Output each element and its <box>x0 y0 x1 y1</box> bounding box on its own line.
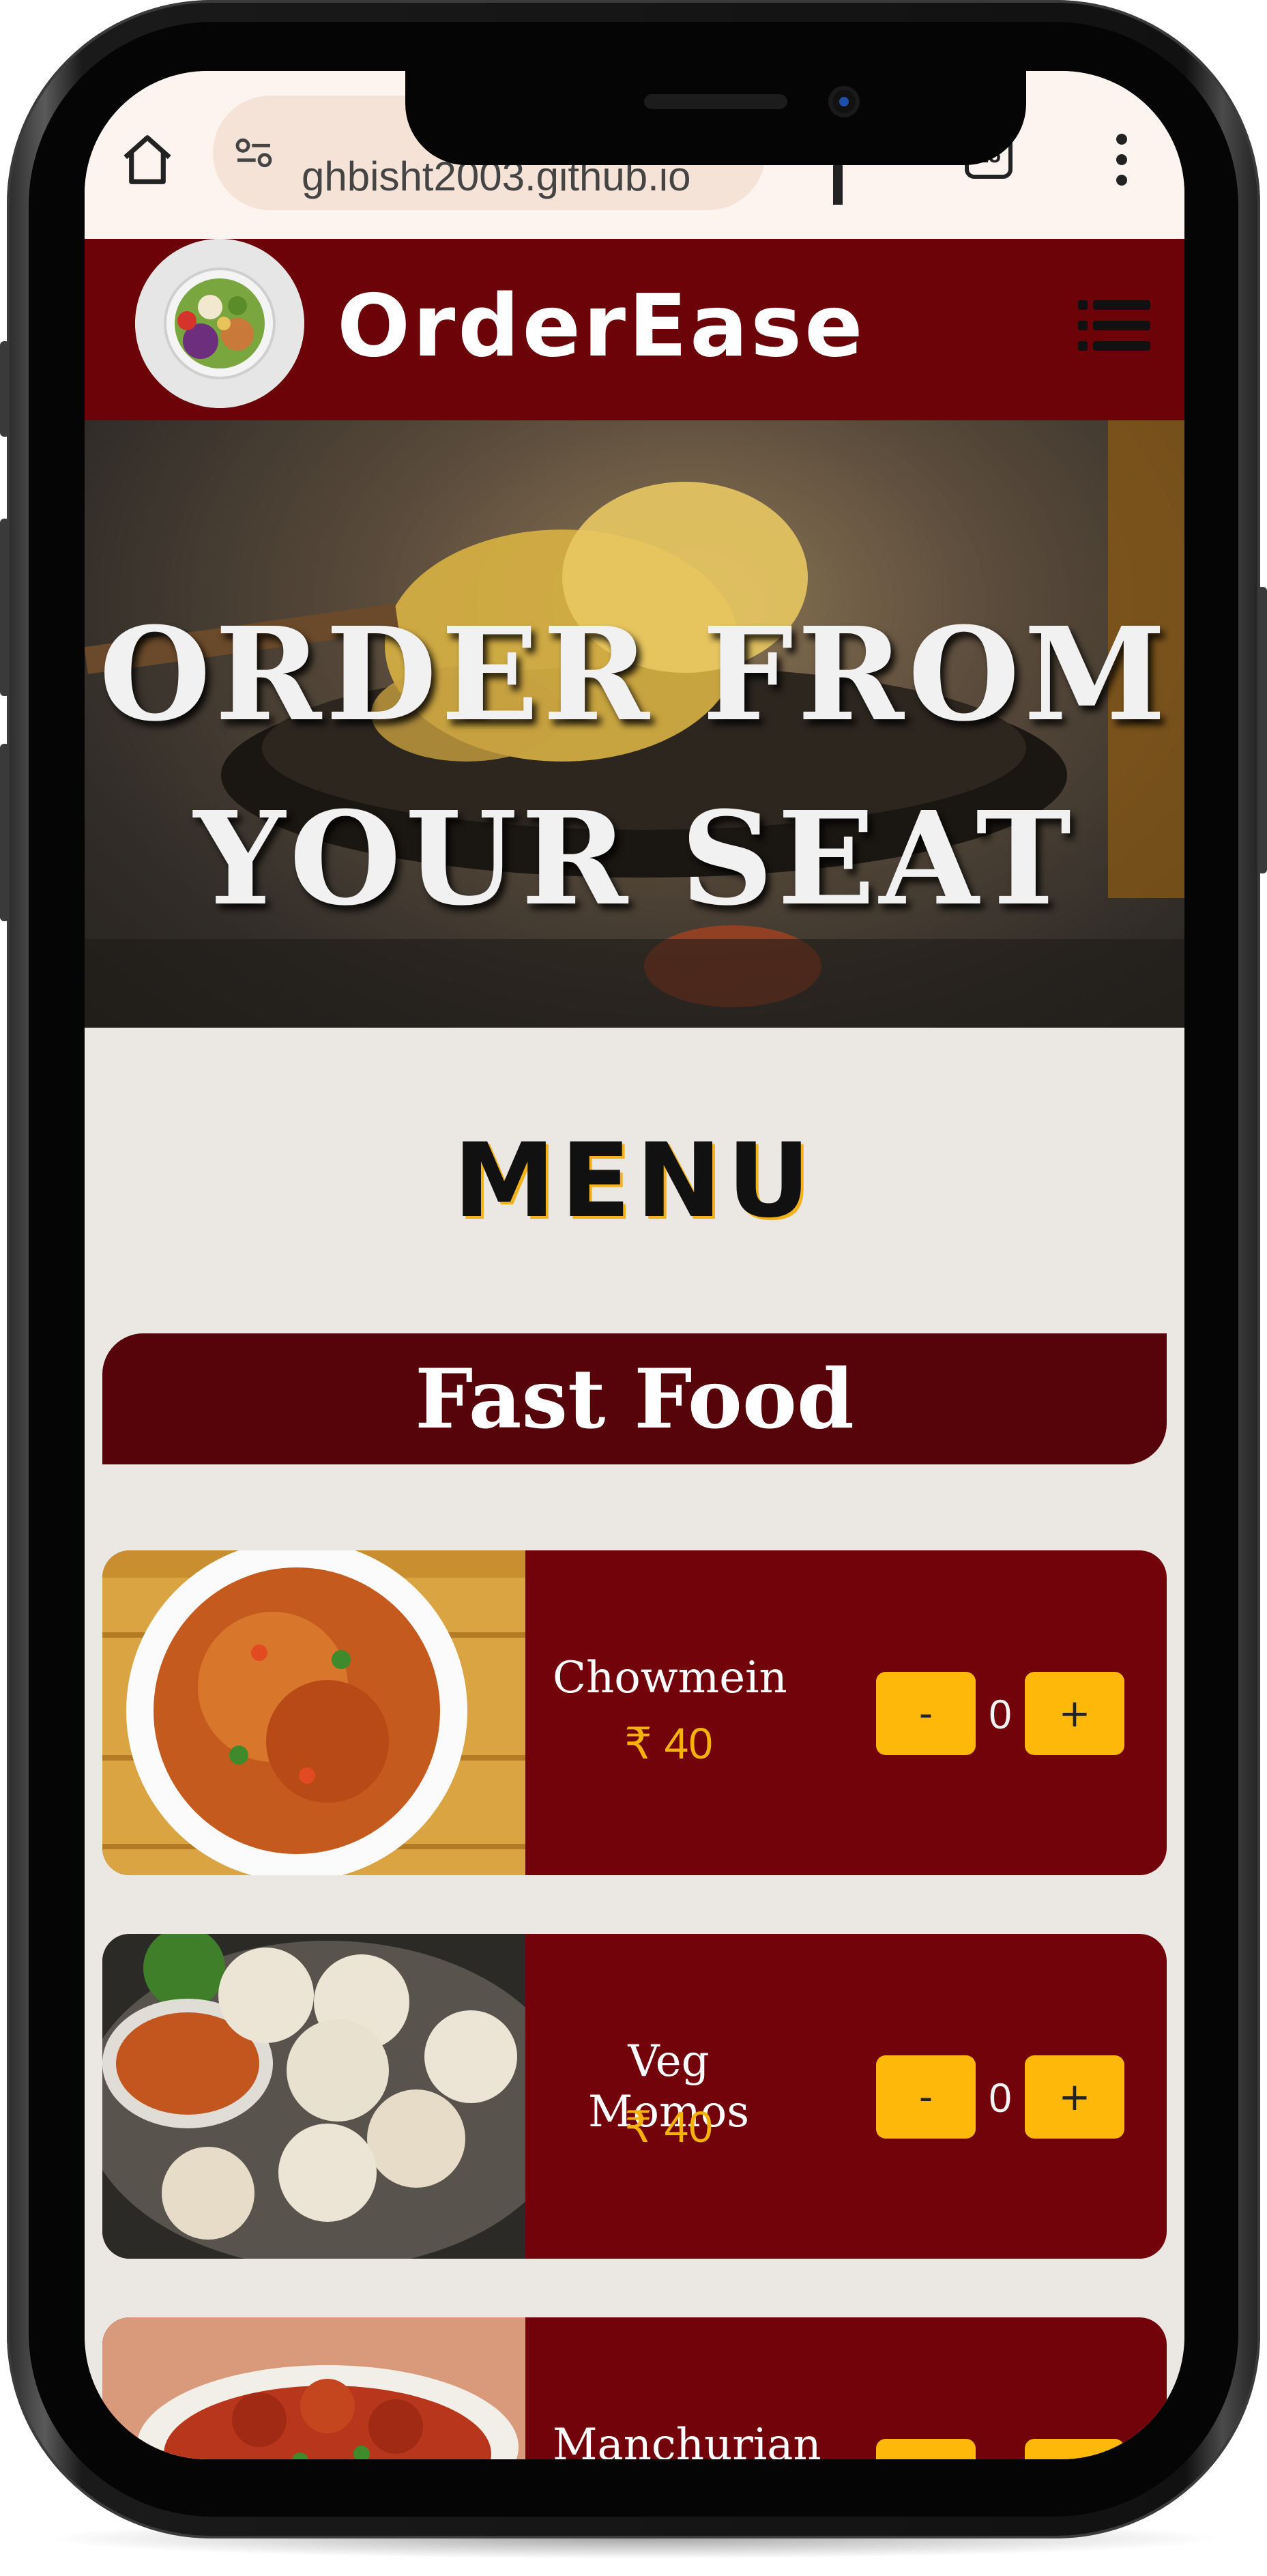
increase-quantity-button[interactable]: + <box>1025 2055 1124 2139</box>
item-name: Chowmein <box>553 1653 787 1703</box>
increase-quantity-button[interactable]: + <box>1025 1672 1124 1755</box>
menu-item-card: Manchurian <box>102 2317 1167 2459</box>
quantity-value: 0 <box>989 1692 1012 1737</box>
menu-item-card: Chowmein ₹ 40 - 0 + <box>102 1550 1167 1875</box>
site-logo[interactable] <box>135 239 304 408</box>
manchurian-image <box>102 2317 525 2459</box>
veg-momos-image <box>102 1934 525 2259</box>
power-button <box>1257 587 1267 873</box>
item-price: ₹ 40 <box>624 2102 713 2152</box>
earpiece-speaker <box>644 94 787 109</box>
chowmein-image <box>102 1550 525 1875</box>
category-banner: Fast Food <box>102 1333 1167 1464</box>
more-options-icon[interactable] <box>1108 126 1135 194</box>
increase-quantity-button[interactable] <box>1025 2439 1124 2459</box>
menu-item-card: Veg Momos ₹ 40 - 0 + <box>102 1934 1167 2259</box>
home-button[interactable] <box>115 127 180 192</box>
decrease-quantity-button[interactable]: - <box>876 2055 976 2139</box>
hero-heading: ORDER FROM YOUR SEAT <box>85 583 1184 951</box>
site-header: OrderEase <box>85 239 1184 420</box>
brand-name[interactable]: OrderEase <box>337 276 866 376</box>
volume-down-button <box>0 744 10 921</box>
menu-title: MENU <box>453 1122 816 1241</box>
decrease-quantity-button[interactable] <box>876 2439 976 2459</box>
item-price: ₹ 40 <box>624 1719 713 1768</box>
quantity-value: 0 <box>989 2075 1012 2121</box>
notch <box>405 71 1026 165</box>
front-camera <box>832 90 856 113</box>
hero-banner: ORDER FROM YOUR SEAT <box>85 420 1184 1028</box>
hero-line-1: ORDER FROM <box>99 599 1170 750</box>
home-icon <box>123 135 171 184</box>
salad-bowl-icon <box>135 239 304 408</box>
hero-line-2: YOUR SEAT <box>193 783 1076 934</box>
item-name: Manchurian <box>553 2420 821 2459</box>
volume-up-button <box>0 519 10 696</box>
list-menu-icon[interactable] <box>1078 298 1150 353</box>
silent-switch <box>0 341 10 437</box>
category-label: Fast Food <box>415 1350 854 1447</box>
decrease-quantity-button[interactable]: - <box>876 1672 976 1755</box>
phone-screen: ghbisht2003.github.io 15 <box>85 71 1184 2459</box>
site-settings-icon[interactable] <box>232 131 276 175</box>
